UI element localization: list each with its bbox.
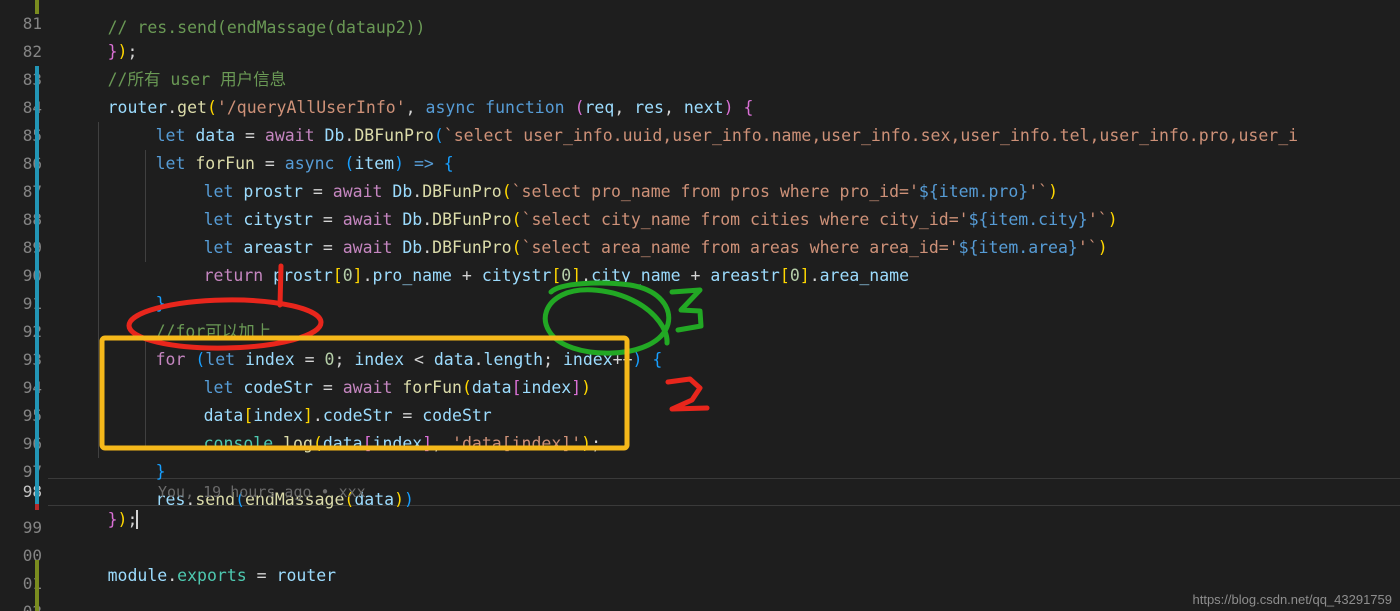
paren-token: ) (1107, 210, 1118, 229)
template-string-token: '` (1077, 238, 1098, 257)
line-number-gutter: 81 82 83 84 85 86 87 88 89 90 91 92 93 94 95 96 97 98 99 00… (0, 0, 48, 611)
variable-token: areastr (710, 266, 780, 285)
code-line-91[interactable]: //for可以加上 (48, 290, 272, 341)
bracket-token: [ (332, 266, 343, 285)
variable-token: prostr (273, 266, 333, 285)
code-line-87[interactable]: let citystr = await Db.DBFunPro(`select … (48, 178, 1118, 229)
line-number: 84 (22, 98, 42, 117)
line-number: 88 (22, 210, 42, 229)
line-number: 82 (22, 42, 42, 61)
console-token: console (203, 434, 274, 453)
code-line-84[interactable]: let data = await Db.DBFunPro(`select use… (48, 94, 1298, 145)
line-number: 83 (22, 70, 42, 89)
git-deleted-indicator (35, 504, 39, 510)
keyword-return: return (203, 266, 264, 285)
paren-token: ) (1097, 238, 1108, 257)
variable-token: data (322, 434, 363, 453)
bracket-token: ] (571, 378, 582, 397)
comment-token: // res.send(endMassage(dataup2)) (107, 18, 426, 37)
paren-token: ) (581, 378, 592, 397)
line-number: 86 (22, 154, 42, 173)
line-number: 90 (22, 266, 42, 285)
string-token: 'data[index]' (452, 434, 582, 453)
number-token: 0 (342, 266, 353, 285)
template-string-token: `select user_info.uuid,user_info.name,us… (443, 126, 1299, 145)
bracket-token: [ (779, 266, 790, 285)
code-line-86[interactable]: let prostr = await Db.DBFunPro(`select p… (48, 150, 1058, 201)
brace-token: { (652, 350, 663, 369)
line-number: 93 (22, 350, 42, 369)
line-number: 89 (22, 238, 42, 257)
bracket-token: ] (571, 266, 582, 285)
line-number: 99 (22, 518, 42, 537)
code-line-89[interactable]: return prostr[0].pro_name + citystr[0].c… (48, 234, 909, 285)
code-line-92[interactable]: for (let index = 0; index < data.length;… (48, 318, 663, 369)
paren-token: ( (312, 434, 323, 453)
code-line-90[interactable]: } (48, 262, 166, 313)
code-content[interactable]: // res.send(endMassage(dataup2)) }); //所… (48, 0, 1400, 611)
code-line-95[interactable]: console.log(data[index], 'data[index]'); (48, 402, 601, 453)
code-line-88[interactable]: let areastr = await Db.DBFunPro(`select … (48, 206, 1108, 257)
template-expr-token: ${item.area} (958, 238, 1078, 257)
bracket-token: ] (422, 434, 433, 453)
property-token: city_name (591, 266, 681, 285)
object-token: module (107, 566, 168, 585)
line-number: 95 (22, 406, 42, 425)
property-token: exports (177, 566, 247, 585)
variable-token: router (276, 566, 337, 585)
bracket-token: [ (362, 434, 373, 453)
code-line-100[interactable]: module.exports = router (48, 534, 337, 585)
variable-token: index (521, 378, 572, 397)
bracket-token: [ (511, 378, 522, 397)
git-blame-annotation: You, 19 hours ago • xxx (158, 483, 366, 501)
watermark: https://blog.csdn.net/qq_43291759 (1192, 592, 1393, 607)
git-added-indicator (35, 560, 39, 611)
line-number: 92 (22, 322, 42, 341)
bracket-token: ] (352, 266, 363, 285)
line-number: 91 (22, 294, 42, 313)
code-line-98[interactable]: }); (48, 478, 139, 529)
code-line-81[interactable]: }); (48, 10, 138, 61)
code-line-82[interactable]: //所有 user 用户信息 (48, 38, 286, 89)
paren-token: ) (404, 490, 414, 509)
line-number: 02 (23, 598, 42, 611)
line-number: 87 (22, 182, 42, 201)
code-line-94[interactable]: data[index].codeStr = codeStr (48, 374, 492, 425)
number-token: 0 (789, 266, 800, 285)
code-editor[interactable]: 81 82 83 84 85 86 87 88 89 90 91 92 93 94 95 96 97 98 99 00… (0, 0, 1400, 611)
bracket-token: [ (551, 266, 562, 285)
bracket-token: ] (799, 266, 810, 285)
line-number: 00 (22, 546, 42, 565)
line-number: 96 (22, 434, 42, 453)
code-line-96[interactable]: } (48, 430, 166, 481)
line-number: 98 (22, 482, 42, 501)
method-token: log (283, 434, 313, 453)
text-cursor (136, 510, 139, 529)
variable-token: index (372, 434, 423, 453)
code-line-93[interactable]: let codeStr = await forFun(data[index]) (48, 346, 592, 397)
line-number: 01 (22, 574, 42, 593)
line-number: 85 (22, 126, 42, 145)
paren-token: ) (117, 510, 128, 529)
brace-token: } (107, 510, 118, 529)
variable-token: citystr (481, 266, 552, 285)
paren-token: ) (394, 490, 405, 509)
git-modified-indicator (35, 66, 39, 504)
line-number: 81 (22, 14, 42, 33)
property-token: area_name (819, 266, 910, 285)
paren-token: ) (581, 434, 592, 453)
code-line-85[interactable]: let forFun = async (item) => { (48, 122, 454, 173)
line-number: 94 (22, 378, 42, 397)
git-added-indicator (35, 0, 39, 14)
number-token: 0 (561, 266, 572, 285)
property-token: pro_name (372, 266, 452, 285)
code-line-83[interactable]: router.get('/queryAllUserInfo', async fu… (48, 66, 754, 117)
paren-token: ) (632, 350, 643, 369)
